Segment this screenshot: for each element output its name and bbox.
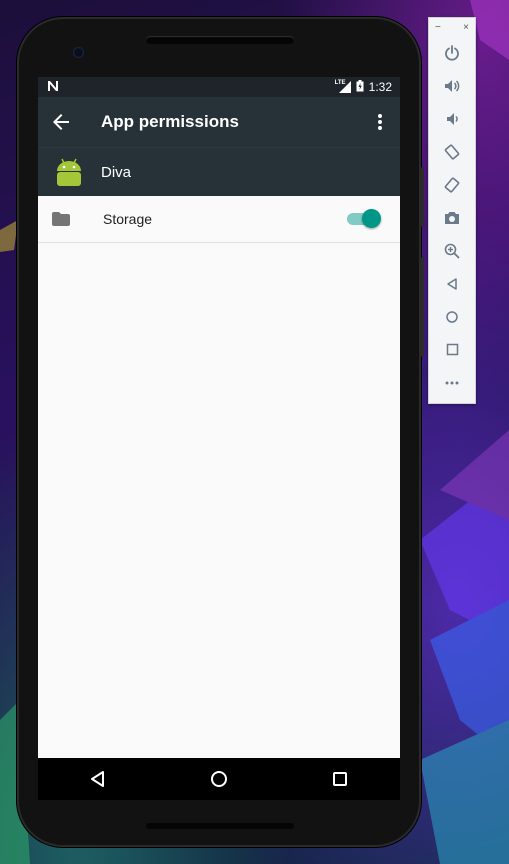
home-icon: [446, 310, 458, 323]
circle-home-icon: [210, 771, 227, 787]
square-overview-icon: [332, 772, 347, 786]
screenshot-button[interactable]: [429, 201, 475, 234]
emulator-toolbar: − ×: [428, 17, 476, 404]
volume-down-icon: [447, 112, 458, 125]
power-button[interactable]: [429, 36, 475, 69]
nav-overview-button[interactable]: [320, 759, 360, 799]
rotate-left-icon: [444, 143, 460, 160]
page-title: App permissions: [101, 112, 239, 131]
zoom-button[interactable]: [429, 234, 475, 267]
more-button[interactable]: [429, 366, 475, 399]
app-header-row: Diva: [38, 147, 400, 196]
clock: 1:32: [368, 80, 392, 94]
app-bar: App permissions: [38, 97, 400, 147]
rotate-right-button[interactable]: [429, 168, 475, 201]
toggle-thumb: [362, 209, 381, 228]
battery-icon: [356, 79, 364, 95]
device-screen: LTE 1:32 App permissions Diva Storage: [38, 77, 400, 800]
permission-row-storage[interactable]: Storage: [38, 196, 400, 243]
bottom-speaker: [146, 823, 294, 829]
overview-icon: [446, 343, 458, 356]
volume-side-button: [421, 257, 424, 357]
rotate-right-icon: [444, 176, 460, 193]
rotate-left-button[interactable]: [429, 135, 475, 168]
power-side-button: [421, 167, 424, 227]
minimize-button[interactable]: −: [435, 22, 441, 33]
camera-icon: [445, 211, 459, 224]
volume-up-icon: [445, 79, 460, 92]
volume-down-button[interactable]: [429, 102, 475, 135]
signal-icon: LTE: [335, 80, 351, 93]
zoom-icon: [444, 243, 460, 259]
storage-toggle[interactable]: [344, 209, 384, 229]
front-camera: [73, 47, 84, 58]
triangle-back-icon: [91, 771, 105, 787]
arrow-left-icon: [53, 114, 69, 130]
back-arrow-button[interactable]: [38, 114, 84, 130]
app-name: Diva: [101, 163, 132, 181]
back-button[interactable]: [429, 267, 475, 300]
nav-home-button[interactable]: [199, 759, 239, 799]
top-speaker: [146, 36, 294, 44]
navigation-bar: [38, 758, 400, 800]
overview-button[interactable]: [429, 333, 475, 366]
permission-label: Storage: [103, 211, 153, 227]
close-button[interactable]: ×: [463, 22, 469, 33]
power-icon: [445, 44, 459, 61]
window-controls: − ×: [429, 18, 475, 36]
nav-back-button[interactable]: [78, 759, 118, 799]
home-button[interactable]: [429, 300, 475, 333]
notification-n-icon: [47, 80, 60, 95]
android-app-icon: [38, 157, 84, 187]
back-icon: [447, 277, 457, 290]
overflow-menu-button[interactable]: [360, 114, 400, 130]
status-bar: LTE 1:32: [38, 77, 400, 97]
more-icon: [445, 381, 459, 384]
more-vert-icon: [378, 114, 382, 130]
folder-icon: [38, 212, 82, 226]
volume-up-button[interactable]: [429, 69, 475, 102]
